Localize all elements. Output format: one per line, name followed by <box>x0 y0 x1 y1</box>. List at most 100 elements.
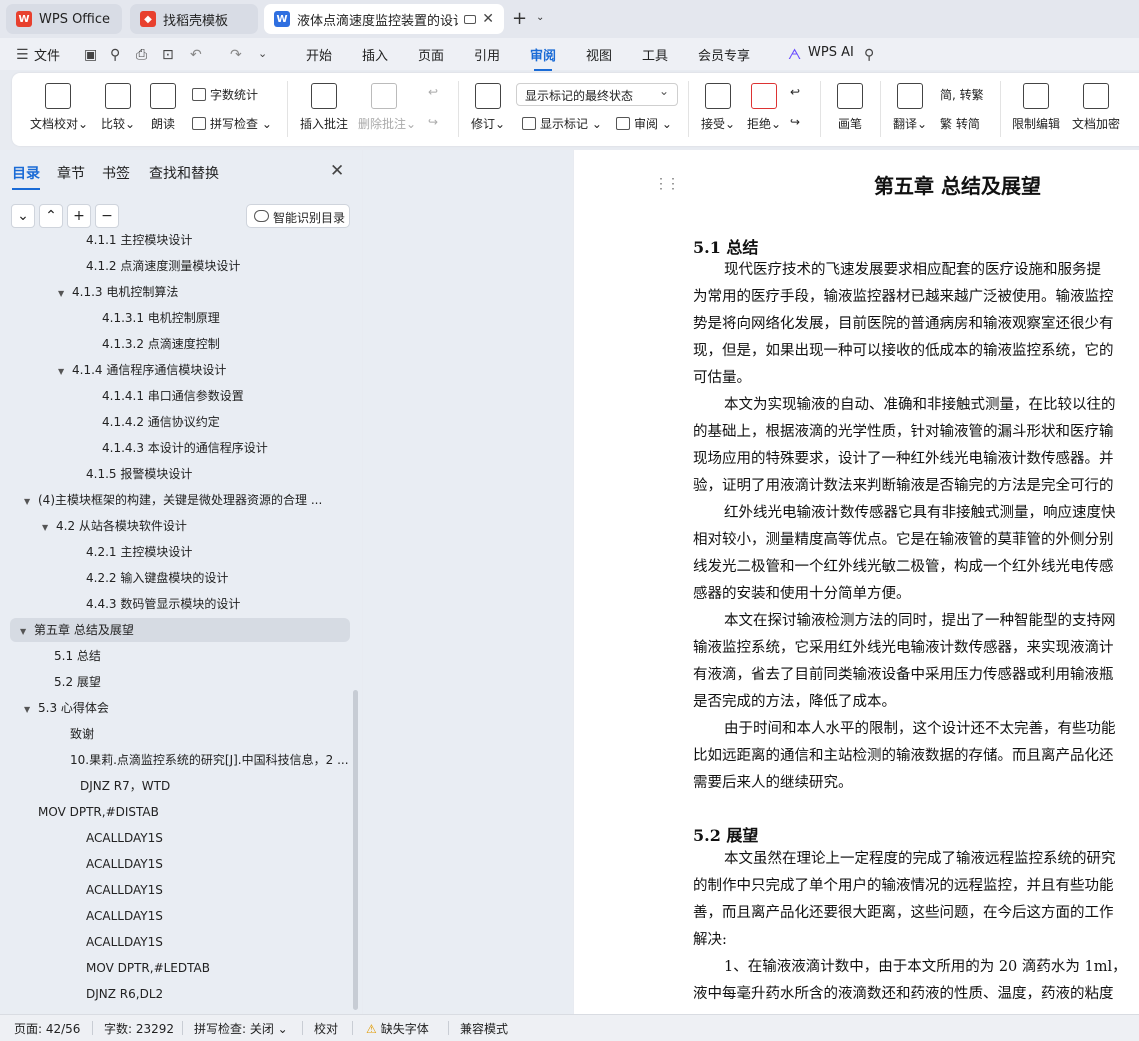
doc-check-button[interactable]: 文档校对⌄ <box>30 83 88 132</box>
prev-change-icon[interactable]: ↩ <box>790 85 800 99</box>
to-simplified-button[interactable]: 繁 转简 <box>940 115 980 132</box>
expand-arrow-icon[interactable]: ▼ <box>58 282 68 304</box>
tab-bookmarks[interactable]: 书签 <box>102 163 130 183</box>
toc-item[interactable]: 4.1.4.3 本设计的通信程序设计 <box>102 436 268 460</box>
close-tab-icon[interactable]: ✕ <box>482 11 494 27</box>
word-count[interactable]: 字数: 23292 <box>104 1020 174 1037</box>
menu-tools[interactable]: 工具 <box>642 45 668 64</box>
expand-arrow-icon[interactable]: ▼ <box>24 698 34 720</box>
hamburger-icon[interactable]: ☰ <box>16 47 29 63</box>
chevron-down-icon[interactable]: ⌄ <box>536 12 544 23</box>
expand-arrow-icon[interactable]: ▼ <box>58 360 68 382</box>
toc-item[interactable]: ACALLDAY1S <box>86 878 163 902</box>
reject-button[interactable]: 拒绝⌄ <box>744 83 784 132</box>
print-preview-icon[interactable]: ⊡ <box>162 47 174 63</box>
share-icon[interactable]: ⚲ <box>110 47 120 63</box>
menu-member[interactable]: 会员专享 <box>698 45 750 64</box>
more-chevron-icon[interactable]: ⌄ <box>258 47 267 60</box>
expand-arrow-icon[interactable]: ▼ <box>24 490 34 512</box>
toc-item[interactable]: 4.1.2 点滴速度测量模块设计 <box>86 254 240 278</box>
tab-template[interactable]: ◆ 找稻壳模板 <box>130 4 258 34</box>
tab-find-replace[interactable]: 查找和替换 <box>149 163 219 183</box>
toc-item[interactable]: ▼ (4)主模块框架的构建，关键是微处理器资源的合理 ... <box>24 488 322 512</box>
menu-references[interactable]: 引用 <box>474 45 500 64</box>
read-aloud-button[interactable]: 朗读 <box>148 83 178 132</box>
toc-item[interactable]: ACALLDAY1S <box>86 852 163 876</box>
save-icon[interactable]: ▣ <box>84 47 97 63</box>
undo-icon[interactable]: ↶ <box>190 47 202 63</box>
menu-page[interactable]: 页面 <box>418 45 444 64</box>
insert-comment-button[interactable]: 插入批注 <box>298 83 350 132</box>
delete-comment-button[interactable]: 删除批注⌄ <box>358 83 416 132</box>
spell-check-button[interactable]: 拼写检查 ⌄ <box>192 115 272 132</box>
expand-arrow-icon[interactable]: ▼ <box>20 620 30 642</box>
toc-item[interactable]: 4.2.1 主控模块设计 <box>86 540 192 564</box>
toc-item[interactable]: DJNZ R6,DL2 <box>86 982 163 1006</box>
toc-scrollbar[interactable] <box>353 690 358 1010</box>
pen-button[interactable]: 画笔 <box>832 83 868 132</box>
toc-item[interactable]: MOV DPTR,#DISTAB <box>38 800 159 824</box>
tab-document[interactable]: W 液体点滴速度监控装置的设计 ✕ <box>264 4 504 34</box>
page-indicator[interactable]: 页面: 42/56 <box>14 1020 80 1037</box>
review-pane-button[interactable]: 审阅 ⌄ <box>616 115 672 132</box>
toc-item[interactable]: ACALLDAY1S <box>86 826 163 850</box>
menu-view[interactable]: 视图 <box>586 45 612 64</box>
expand-arrow-icon[interactable]: ▼ <box>42 516 52 538</box>
translate-button[interactable]: 翻译⌄ <box>892 83 928 132</box>
toc-item[interactable]: ▼ 4.1.3 电机控制算法 <box>58 280 178 304</box>
menu-file[interactable]: 文件 <box>34 45 60 64</box>
toc-item[interactable]: 10.果莉.点滴监控系统的研究[J].中国科技信息，2 ... <box>70 748 349 772</box>
accept-button[interactable]: 接受⌄ <box>698 83 738 132</box>
add-heading-button[interactable]: + <box>67 204 91 228</box>
toc-item[interactable]: ▼ 5.3 心得体会 <box>24 696 109 720</box>
toc-item[interactable]: 4.1.4.2 通信协议约定 <box>102 410 220 434</box>
window-mode-icon[interactable] <box>464 14 477 24</box>
tab-wps-office[interactable]: W WPS Office <box>6 4 122 34</box>
encrypt-button[interactable]: 文档加密 <box>1070 83 1122 132</box>
toc-item[interactable]: 4.1.5 报警模块设计 <box>86 462 192 486</box>
toc-item[interactable]: 致谢 <box>70 722 94 746</box>
search-icon[interactable]: ⚲ <box>864 47 874 63</box>
proof-button[interactable]: 校对 <box>314 1020 338 1037</box>
toc-item[interactable]: 4.1.3.1 电机控制原理 <box>102 306 220 330</box>
menu-home[interactable]: 开始 <box>306 45 332 64</box>
menu-review[interactable]: 审阅 <box>530 45 556 71</box>
toc-item[interactable]: DJNZ R7，WTD <box>80 774 170 798</box>
drag-handle-icon[interactable]: ⋮⋮ <box>654 176 680 192</box>
markup-state-select[interactable]: 显示标记的最终状态 <box>516 83 678 106</box>
close-pane-icon[interactable]: ✕ <box>330 161 344 181</box>
toc-item[interactable]: 5.1 总结 <box>54 644 101 668</box>
compare-button[interactable]: 比较⌄ <box>98 83 138 132</box>
ai-toc-button[interactable]: 智能识别目录 <box>246 204 350 228</box>
toc-item[interactable]: ACALLDAY1S <box>86 904 163 928</box>
missing-font-button[interactable]: ⚠ 缺失字体 <box>366 1020 429 1037</box>
document-page[interactable]: ⋮⋮ 第五章 总结及展望 5.1 总结 现代医疗技术的飞速发展要求相应配套的医疗… <box>574 150 1139 1014</box>
toc-item[interactable]: 4.1.4.1 串口通信参数设置 <box>102 384 244 408</box>
restrict-edit-button[interactable]: 限制编辑 <box>1010 83 1062 132</box>
collapse-all-button[interactable]: ⌄ <box>11 204 35 228</box>
menu-insert[interactable]: 插入 <box>362 45 388 64</box>
toc-item[interactable]: ▼ 第五章 总结及展望 <box>10 618 350 642</box>
toc-item[interactable]: ▼ 4.2 从站各模块软件设计 <box>42 514 187 538</box>
next-change-icon[interactable]: ↪ <box>790 115 800 129</box>
tab-sections[interactable]: 章节 <box>57 163 85 183</box>
next-comment-icon[interactable]: ↪ <box>428 115 438 129</box>
toc-item[interactable]: 4.4.3 数码管显示模块的设计 <box>86 592 240 616</box>
toc-item[interactable]: 5.2 展望 <box>54 670 101 694</box>
show-markup-button[interactable]: 显示标记 ⌄ <box>522 115 602 132</box>
tab-toc[interactable]: 目录 <box>12 163 40 190</box>
word-count-button[interactable]: 字数统计 <box>192 86 258 103</box>
expand-up-button[interactable]: ⌃ <box>39 204 63 228</box>
spell-check-status[interactable]: 拼写检查: 关闭 ⌄ <box>194 1020 288 1037</box>
toc-item[interactable]: MOV DPTR,#LEDTAB <box>86 956 210 980</box>
prev-comment-icon[interactable]: ↩ <box>428 85 438 99</box>
toc-item[interactable]: 4.1.3.2 点滴速度控制 <box>102 332 220 356</box>
toc-item[interactable]: ▼ 4.1.4 通信程序通信模块设计 <box>58 358 226 382</box>
toc-item[interactable]: 4.2.2 输入键盘模块的设计 <box>86 566 228 590</box>
redo-icon[interactable]: ↷ <box>230 47 242 63</box>
menu-wps-ai[interactable]: WPS AI <box>808 45 854 60</box>
revise-button[interactable]: 修订⌄ <box>468 83 508 132</box>
remove-heading-button[interactable]: − <box>95 204 119 228</box>
print-icon[interactable]: ⎙ <box>136 47 147 63</box>
toc-item[interactable]: ACALLDAY1S <box>86 930 163 954</box>
